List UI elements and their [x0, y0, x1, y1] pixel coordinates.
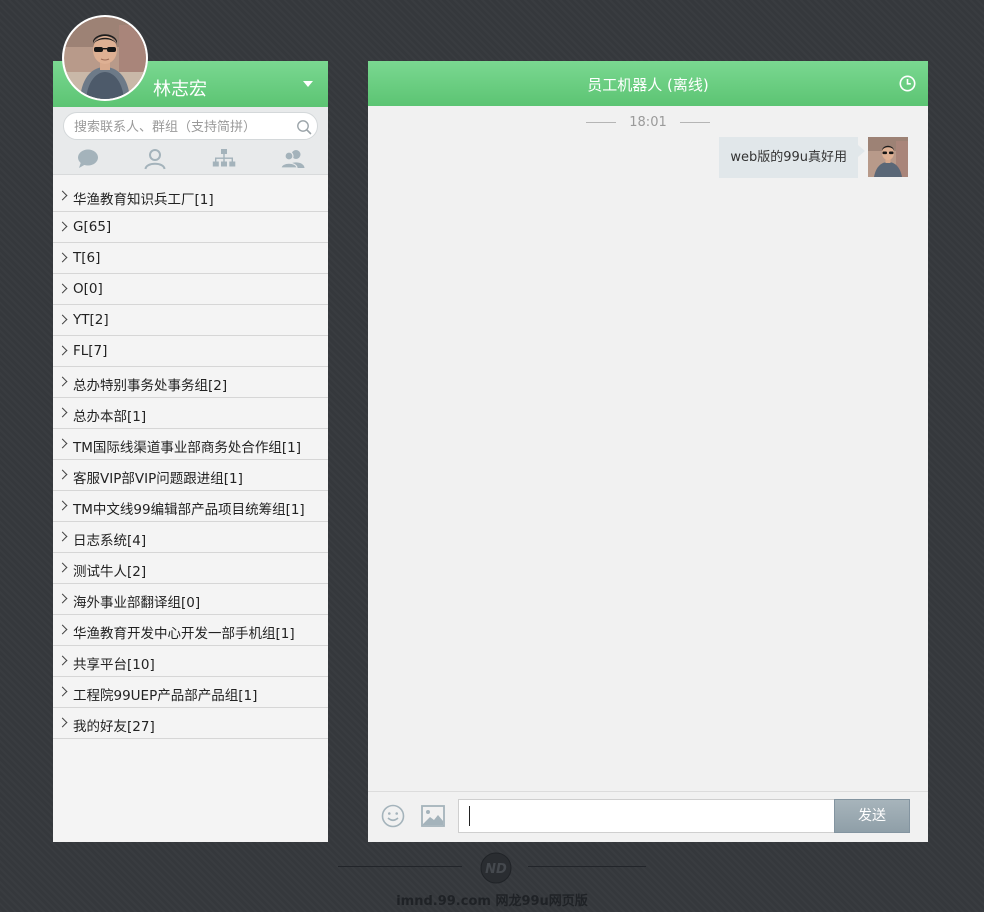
emoji-icon[interactable]: [381, 804, 405, 828]
nav-tabs: [53, 143, 328, 175]
group-item-label: FL[7]: [73, 343, 108, 359]
chevron-right-icon: [57, 686, 68, 697]
group-item-label: YT[2]: [73, 312, 109, 328]
text-caret: [469, 806, 470, 826]
group-item[interactable]: TM中文线99编辑部产品项目统筹组[1]: [53, 491, 328, 522]
user-menu-dropdown-icon[interactable]: [303, 81, 313, 87]
send-button[interactable]: 发送: [834, 799, 910, 833]
message-bubble: web版的99u真好用: [719, 137, 865, 178]
group-item-label: G[65]: [73, 219, 112, 235]
group-item[interactable]: YT[2]: [53, 305, 328, 336]
clock-history-icon[interactable]: [899, 75, 916, 92]
chevron-right-icon: [57, 407, 68, 418]
group-item-label: O[0]: [73, 281, 103, 297]
message-input-bar: 发送: [368, 791, 928, 842]
chevron-right-icon: [57, 500, 68, 511]
group-item[interactable]: 工程院99UEP产品部产品组[1]: [53, 677, 328, 708]
footer-line-right: [528, 866, 646, 867]
org-tree-icon[interactable]: [211, 147, 237, 171]
group-item-label: 客服VIP部VIP问题跟进组[1]: [73, 471, 243, 487]
message-sender-avatar[interactable]: [868, 137, 908, 177]
group-item[interactable]: 我的好友[27]: [53, 708, 328, 739]
chat-bubble-icon[interactable]: [75, 147, 101, 171]
chevron-right-icon: [57, 562, 68, 573]
group-item[interactable]: O[0]: [53, 274, 328, 305]
group-item-label: T[6]: [73, 250, 101, 266]
search-box: [63, 112, 318, 140]
chevron-right-icon: [57, 438, 68, 449]
group-item-label: TM国际线渠道事业部商务处合作组[1]: [73, 440, 302, 456]
chat-title: 员工机器人 (离线): [587, 76, 709, 94]
group-item[interactable]: T[6]: [53, 243, 328, 274]
chat-panel: 员工机器人 (离线) 18:01 web版的99u真好用 发送: [368, 61, 928, 842]
group-icon[interactable]: [280, 147, 306, 171]
group-item[interactable]: G[65]: [53, 212, 328, 243]
group-item[interactable]: 总办本部[1]: [53, 398, 328, 429]
group-item-label: 共享平台[10]: [73, 657, 155, 673]
group-item-label: 华渔教育知识兵工厂[1]: [73, 192, 214, 208]
group-item[interactable]: 共享平台[10]: [53, 646, 328, 677]
group-item[interactable]: 测试牛人[2]: [53, 553, 328, 584]
group-item[interactable]: 华渔教育开发中心开发一部手机组[1]: [53, 615, 328, 646]
footer-text: imnd.99.com 网龙99u网页版: [396, 894, 588, 909]
chevron-right-icon: [57, 314, 68, 325]
search-area: [53, 107, 328, 143]
chevron-right-icon: [57, 345, 68, 356]
chevron-right-icon: [57, 531, 68, 542]
chevron-right-icon: [57, 624, 68, 635]
group-item-label: 日志系统[4]: [73, 533, 147, 549]
chevron-right-icon: [57, 376, 68, 387]
group-item-label: 工程院99UEP产品部产品组[1]: [73, 688, 258, 704]
chevron-right-icon: [57, 655, 68, 666]
group-item-label: 总办本部[1]: [73, 409, 147, 425]
group-item[interactable]: TM国际线渠道事业部商务处合作组[1]: [53, 429, 328, 460]
user-avatar-photo: [64, 17, 146, 99]
group-item[interactable]: FL[7]: [53, 336, 328, 367]
search-input[interactable]: [74, 118, 284, 136]
group-item[interactable]: 海外事业部翻译组[0]: [53, 584, 328, 615]
user-name: 林志宏: [153, 79, 207, 100]
chevron-right-icon: [57, 252, 68, 263]
nd-logo-icon: ND: [480, 852, 512, 884]
chevron-right-icon: [57, 221, 68, 232]
group-item-label: 总办特别事务处事务组[2]: [73, 378, 228, 394]
timestamp-line-left: [586, 122, 617, 123]
message-timestamp: 18:01: [368, 112, 928, 130]
user-avatar[interactable]: [62, 15, 148, 101]
contacts-panel: 林志宏 搜索联系人、群组（支持简拼） 华渔教育知识兵工厂[1] G[65] T[…: [53, 61, 328, 842]
group-item-label: 华渔教育开发中心开发一部手机组[1]: [73, 626, 295, 642]
group-item-label: 测试牛人[2]: [73, 564, 147, 580]
footer-line-left: [338, 866, 462, 867]
group-item[interactable]: 客服VIP部VIP问题跟进组[1]: [53, 460, 328, 491]
group-item-label: 我的好友[27]: [73, 719, 155, 735]
chevron-right-icon: [57, 593, 68, 604]
chevron-right-icon: [57, 717, 68, 728]
group-item[interactable]: 日志系统[4]: [53, 522, 328, 553]
chevron-right-icon: [57, 190, 68, 201]
svg-text:ND: ND: [485, 862, 507, 877]
chevron-right-icon: [57, 283, 68, 294]
person-icon[interactable]: [142, 147, 168, 171]
group-item[interactable]: 华渔教育知识兵工厂[1]: [53, 181, 328, 212]
chat-header: 员工机器人 (离线): [368, 61, 928, 106]
search-icon[interactable]: [296, 119, 312, 135]
group-item-label: TM中文线99编辑部产品项目统筹组[1]: [73, 502, 305, 518]
group-list: 华渔教育知识兵工厂[1] G[65] T[6] O[0] YT[2] FL[7] 总办特别事…: [53, 181, 328, 739]
timestamp-text: 18:01: [629, 115, 667, 130]
group-item[interactable]: 总办特别事务处事务组[2]: [53, 367, 328, 398]
image-icon[interactable]: [421, 805, 445, 827]
group-item-label: 海外事业部翻译组[0]: [73, 595, 201, 611]
message-input[interactable]: [458, 799, 835, 833]
timestamp-line-right: [679, 122, 710, 123]
chevron-right-icon: [57, 469, 68, 480]
